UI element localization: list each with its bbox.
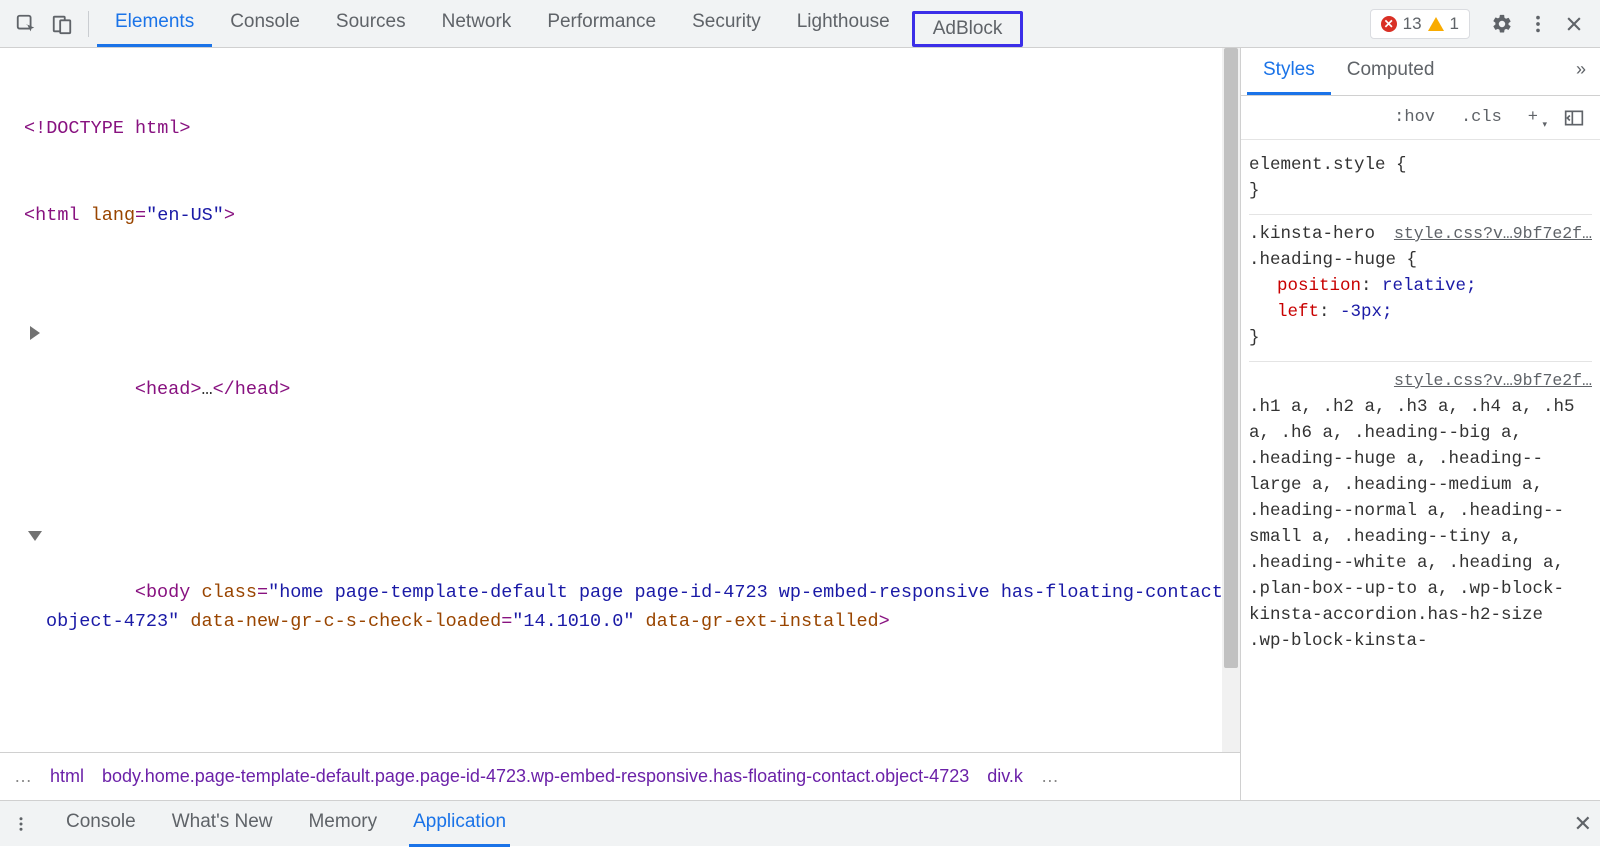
close-devtools-icon[interactable] (1556, 6, 1592, 42)
dom-panel: <!DOCTYPE html> <html lang="en-US"> <hea… (0, 48, 1240, 800)
new-style-rule-icon[interactable]: +▾ (1522, 106, 1544, 129)
breadcrumb-more[interactable]: … (14, 766, 32, 787)
styles-pane[interactable]: element.style { } style.css?v…9bf7e2f… .… (1241, 140, 1600, 800)
sidebar-tabs: Styles Computed » (1241, 48, 1600, 96)
devtools-toolbar: Elements Console Sources Network Perform… (0, 0, 1600, 48)
inspect-element-icon[interactable] (8, 6, 44, 42)
more-options-icon[interactable] (1520, 6, 1556, 42)
style-rule[interactable]: style.css?v…9bf7e2f… .h1 a, .h2 a, .h3 a… (1249, 361, 1592, 654)
tab-adblock[interactable]: AdBlock (912, 11, 1024, 47)
dom-tree[interactable]: <!DOCTYPE html> <html lang="en-US"> <hea… (0, 48, 1240, 752)
drawer-tab-whatsnew[interactable]: What's New (168, 801, 277, 847)
breadcrumb-item[interactable]: html (50, 766, 84, 787)
breadcrumb-trail: … (1041, 766, 1059, 787)
sidebar-more-tabs-icon[interactable]: » (1568, 47, 1594, 95)
dom-scrollbar[interactable] (1222, 48, 1240, 752)
drawer-tab-memory[interactable]: Memory (304, 801, 381, 847)
tab-elements[interactable]: Elements (97, 0, 212, 47)
styles-toolbar: :hov .cls +▾ (1241, 96, 1600, 140)
source-link[interactable]: style.css?v…9bf7e2f… (1394, 221, 1592, 247)
tab-security[interactable]: Security (674, 0, 779, 47)
breadcrumb[interactable]: … html body.home.page-template-default.p… (0, 752, 1240, 800)
tab-lighthouse[interactable]: Lighthouse (779, 0, 908, 47)
main-panel-tabs: Elements Console Sources Network Perform… (97, 0, 1027, 47)
style-rule[interactable]: element.style { } (1249, 146, 1592, 204)
hov-toggle[interactable]: :hov (1388, 106, 1441, 129)
breadcrumb-item[interactable]: div.k (987, 766, 1023, 787)
toolbar-divider (88, 11, 89, 37)
source-link[interactable]: style.css?v…9bf7e2f… (1394, 368, 1592, 394)
tab-performance[interactable]: Performance (529, 0, 674, 47)
breadcrumb-item[interactable]: body.home.page-template-default.page.pag… (102, 766, 969, 787)
console-status[interactable]: ✕ 13 1 (1370, 9, 1470, 39)
warning-icon (1428, 17, 1444, 31)
error-icon: ✕ (1381, 16, 1397, 32)
cls-toggle[interactable]: .cls (1455, 106, 1508, 129)
main-content: <!DOCTYPE html> <html lang="en-US"> <hea… (0, 48, 1600, 800)
device-toolbar-icon[interactable] (44, 6, 80, 42)
drawer: Console What's New Memory Application ✕ (0, 800, 1600, 846)
warning-count: 1 (1450, 14, 1459, 34)
tab-network[interactable]: Network (424, 0, 530, 47)
style-rule[interactable]: style.css?v…9bf7e2f… .kinsta-hero .headi… (1249, 214, 1592, 351)
sidebar-tab-computed[interactable]: Computed (1331, 47, 1451, 95)
tab-console[interactable]: Console (212, 0, 318, 47)
drawer-tab-application[interactable]: Application (409, 801, 510, 847)
sidebar-tab-styles[interactable]: Styles (1247, 47, 1331, 95)
error-count: 13 (1403, 14, 1422, 34)
drawer-tab-console[interactable]: Console (62, 801, 140, 847)
settings-gear-icon[interactable] (1484, 6, 1520, 42)
toggle-computed-sidebar-icon[interactable] (1558, 107, 1590, 129)
drawer-more-icon[interactable] (8, 806, 34, 842)
drawer-close-icon[interactable]: ✕ (1574, 811, 1592, 837)
styles-sidebar: Styles Computed » :hov .cls +▾ element.s… (1240, 48, 1600, 800)
tab-sources[interactable]: Sources (318, 0, 424, 47)
